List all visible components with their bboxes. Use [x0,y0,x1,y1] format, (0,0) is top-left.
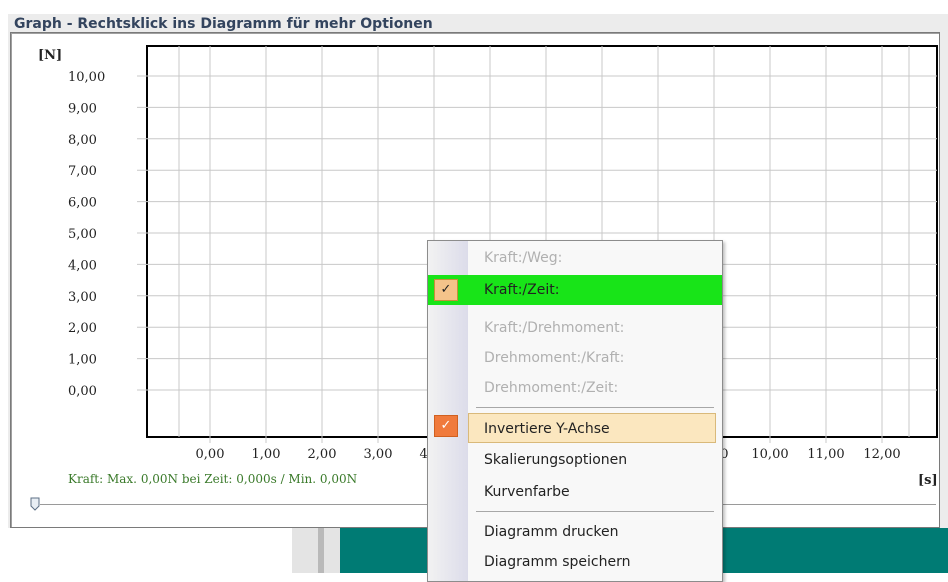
menu-item-label: Skalierungsoptionen [484,452,628,468]
check-icon: ✓ [434,415,458,437]
y-tick-label: 1,00 [68,353,97,368]
menu-item-label: Drehmoment:/Kraft: [484,350,625,366]
y-axis-unit: [N] [38,48,63,63]
menu-separator [476,407,714,408]
x-tick-label: 2,00 [308,447,337,462]
y-tick-label: 7,00 [68,164,97,179]
y-tick-label: 10,00 [68,70,105,85]
x-tick-label: 12,00 [863,447,900,462]
y-tick-label: 0,00 [68,384,97,399]
menu-item-label: Kraft:/Weg: [484,250,563,266]
menu-item-kraft-weg[interactable]: Kraft:/Weg: [428,243,722,273]
status-text: Kraft: Max. 0,00N bei Zeit: 0,000s / Min… [68,472,358,486]
x-axis-unit: [s] [918,473,938,488]
check-icon: ✓ [434,279,458,301]
lower-gray-strip [292,528,340,573]
menu-item-label: Kraft:/Zeit: [484,282,560,298]
x-tick-label: 11,00 [807,447,844,462]
y-tick-label: 5,00 [68,227,97,242]
menu-item-skalierungsoptionen[interactable]: Skalierungsoptionen [428,445,722,475]
x-tick-label: 1,00 [252,447,281,462]
y-tick-label: 8,00 [68,133,97,148]
menu-item-kraft-zeit[interactable]: ✓ Kraft:/Zeit: [428,275,722,305]
menu-item-label: Drehmoment:/Zeit: [484,380,619,396]
menu-item-label: Invertiere Y-Achse [484,421,610,437]
menu-item-kurvenfarbe[interactable]: Kurvenfarbe [428,477,722,507]
menu-item-diagramm-drucken[interactable]: Diagramm drucken [428,517,722,547]
y-tick-label: 2,00 [68,321,97,336]
slider-thumb[interactable] [30,497,40,511]
menu-item-kraft-drehmoment[interactable]: Kraft:/Drehmoment: [428,313,722,343]
menu-item-label: Kraft:/Drehmoment: [484,320,625,336]
x-tick-label: 3,00 [364,447,393,462]
menu-item-invertiere-y-achse[interactable]: Invertiere Y-Achse [468,413,716,443]
y-tick-label: 9,00 [68,101,97,116]
menu-item-drehmoment-kraft[interactable]: Drehmoment:/Kraft: [428,343,722,373]
menu-item-label: Kurvenfarbe [484,484,570,500]
context-menu: Kraft:/Weg: ✓ Kraft:/Zeit: Kraft:/Drehmo… [427,240,723,582]
menu-item-label: Diagramm drucken [484,524,619,540]
y-tick-label: 6,00 [68,196,97,211]
y-tick-label: 4,00 [68,258,97,273]
lower-separator [318,528,324,573]
x-tick-label: 10,00 [751,447,788,462]
y-tick-label: 3,00 [68,290,97,305]
menu-separator [476,511,714,512]
menu-item-drehmoment-zeit[interactable]: Drehmoment:/Zeit: [428,373,722,403]
x-tick-label: 0,00 [196,447,225,462]
